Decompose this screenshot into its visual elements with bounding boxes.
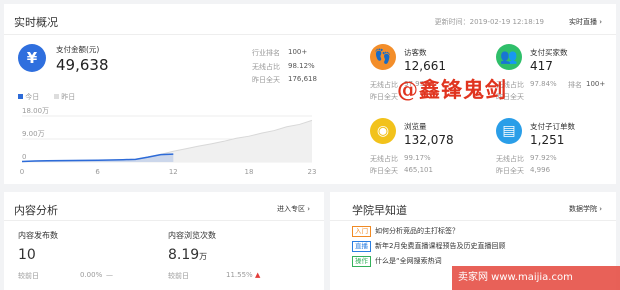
x-tick-label: 23 — [308, 168, 316, 176]
compare1-dash: — — [106, 271, 113, 279]
compare2-label: 较前日 — [168, 272, 189, 280]
tag-badge: 操作 — [352, 256, 371, 267]
metric-title: 浏览量 — [404, 122, 427, 131]
metric-wireless-value: 97.92% — [530, 154, 557, 162]
wireless-value: 98.12% — [288, 62, 315, 70]
metric-yesterday-label: 昨日全天 — [496, 167, 524, 175]
y-tick-label: 18.00万 — [22, 107, 49, 115]
metric-value: 1,251 — [530, 133, 565, 147]
x-tick-label: 0 — [20, 168, 24, 176]
metric-title: 访客数 — [404, 48, 427, 57]
metric-wireless-label: 无线占比 — [370, 155, 398, 163]
compare2-value: 11.55% — [226, 271, 253, 279]
views-value: 8.19 — [168, 247, 200, 263]
metric-wireless-value: 99.17% — [404, 154, 431, 162]
content-link[interactable]: 进入专区 › — [277, 204, 310, 214]
realtime-chart: 18.00万 9.00万 0 0 6 12 18 23 — [20, 107, 316, 176]
y-tick-label: 0 — [22, 153, 26, 161]
tag-badge: 入门 — [352, 226, 371, 237]
yesterday-value: 176,618 — [288, 75, 317, 83]
metric-yesterday-label: 昨日全天 — [370, 167, 398, 175]
compare1-label: 较前日 — [18, 272, 39, 280]
metric-value: 417 — [530, 59, 553, 73]
update-time: 更新时间：2019-02-19 12:18:19 — [434, 18, 544, 26]
metric-rank-value: 100+ — [586, 80, 606, 88]
x-tick-label: 6 — [95, 168, 100, 176]
metric-wireless-label: 无线占比 — [370, 81, 398, 89]
rank-value: 100+ — [288, 48, 308, 56]
metric-value: 132,078 — [404, 133, 454, 147]
visitor-icon: 👣 — [370, 44, 396, 70]
views-label: 内容浏览次数 — [168, 231, 216, 240]
y-tick-label: 9.00万 — [22, 130, 45, 138]
x-tick-label: 12 — [169, 168, 178, 176]
school-item[interactable]: 入门 如何分析竞品的主打标签？ — [352, 226, 505, 241]
item-text: 新年2月免费直播课程预告及历史直播回顾 — [375, 242, 506, 250]
metric-yesterday-label: 昨日全天 — [370, 93, 398, 101]
tag-badge: 直播 — [352, 241, 371, 252]
published-label: 内容发布数 — [18, 231, 58, 240]
divider — [4, 220, 324, 221]
wireless-label: 无线占比 — [252, 63, 280, 71]
realtime-panel: 实时概况 更新时间：2019-02-19 12:18:19 实时直播 › ¥ 支… — [4, 4, 616, 184]
views-unit: 万 — [199, 252, 208, 261]
metric-wireless-value: 97.84% — [530, 80, 557, 88]
views-value-wrap: 8.19万 — [168, 247, 207, 263]
realtime-title: 实时概况 — [14, 16, 58, 29]
content-title: 内容分析 — [14, 204, 58, 217]
metric-yesterday-value: 4,996 — [530, 166, 551, 174]
live-link[interactable]: 实时直播 › — [569, 17, 602, 27]
content-analysis-panel: 内容分析 进入专区 › 内容发布数 10 较前日 0.00% — 内容浏览次数 … — [4, 192, 324, 290]
legend-yesterday[interactable]: 昨日 — [54, 92, 75, 102]
school-title: 学院早知道 — [352, 204, 407, 217]
divider — [4, 34, 616, 35]
metric-title: 支付子订单数 — [530, 122, 575, 131]
yesterday-label: 昨日全天 — [252, 76, 280, 84]
payment-label: 支付金额(元) — [56, 45, 100, 54]
watermark-text: @鑫锋鬼剑 — [397, 77, 507, 102]
metric-card[interactable]: ◉ 浏览量 132,078 无线占比 99.17% 昨日全天 465,101 — [370, 118, 490, 184]
arrow-up-icon: ▲ — [254, 271, 261, 279]
legend-today[interactable]: 今日 — [18, 92, 39, 102]
yen-icon: ¥ — [18, 44, 46, 72]
compare2-value-wrap: 11.55% ▲ — [226, 271, 260, 279]
order-icon: ▤ — [496, 118, 522, 144]
metric-yesterday-value: 465,101 — [404, 166, 433, 174]
school-link[interactable]: 数据学院 › — [569, 204, 602, 214]
metric-rank-label: 排名 — [568, 81, 582, 89]
metric-card[interactable]: 👥 支付买家数 417 无线占比 97.84% 排名 100+ 昨日全天 — [496, 44, 616, 110]
metric-wireless-label: 无线占比 — [496, 155, 524, 163]
item-text: 什么是“全网搜索热词 — [375, 257, 442, 265]
rank-label: 行业排名 — [252, 49, 280, 57]
metric-value: 12,661 — [404, 59, 446, 73]
corner-watermark: 卖家网 www.maijia.com — [452, 266, 620, 290]
published-value: 10 — [18, 247, 36, 263]
school-item[interactable]: 直播 新年2月免费直播课程预告及历史直播回顾 — [352, 241, 505, 256]
item-text: 如何分析竞品的主打标签？ — [375, 227, 459, 235]
compare1-value: 0.00% — [80, 271, 103, 279]
payment-value: 49,638 — [56, 56, 109, 74]
metric-card[interactable]: ▤ 支付子订单数 1,251 无线占比 97.92% 昨日全天 4,996 — [496, 118, 616, 184]
x-tick-label: 18 — [244, 168, 253, 176]
divider — [330, 220, 616, 221]
buyer-icon: 👥 — [496, 44, 522, 70]
metric-title: 支付买家数 — [530, 48, 568, 57]
eye-icon: ◉ — [370, 118, 396, 144]
